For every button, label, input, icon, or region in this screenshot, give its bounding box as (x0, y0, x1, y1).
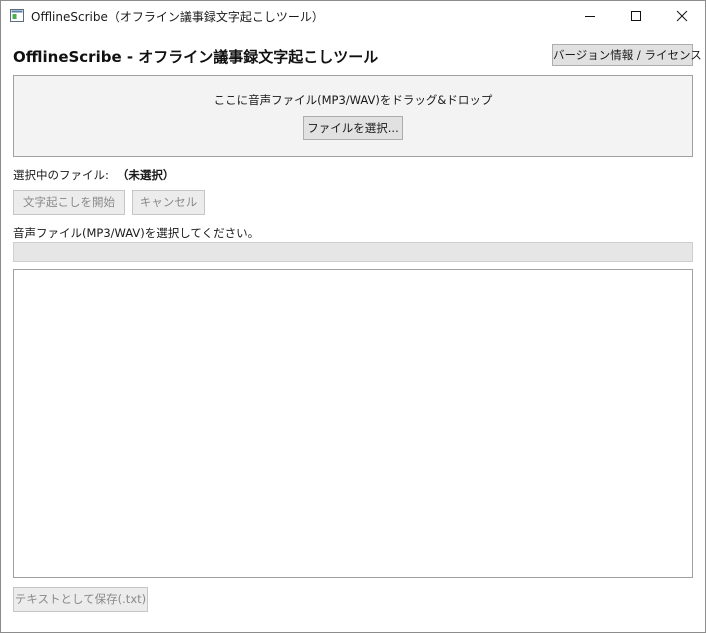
about-license-button[interactable]: バージョン情報 / ライセンス (552, 44, 702, 66)
maximize-button[interactable] (613, 1, 659, 31)
status-message: 音声ファイル(MP3/WAV)を選択してください。 (13, 226, 260, 240)
app-window: OfflineScribe（オフライン議事録文字起こしツール） OfflineS… (0, 0, 706, 633)
close-button[interactable] (659, 1, 705, 31)
progress-bar (13, 242, 693, 262)
cancel-button[interactable]: キャンセル (132, 190, 205, 215)
drop-instruction: ここに音声ファイル(MP3/WAV)をドラッグ&ドロップ (213, 93, 493, 107)
window-title: OfflineScribe（オフライン議事録文字起こしツール） (31, 10, 324, 24)
drop-zone[interactable]: ここに音声ファイル(MP3/WAV)をドラッグ&ドロップ ファイルを選択... (13, 75, 693, 157)
title-bar[interactable]: OfflineScribe（オフライン議事録文字起こしツール） (1, 1, 705, 31)
start-transcription-button[interactable]: 文字起こしを開始 (13, 190, 125, 215)
maximize-icon (631, 11, 641, 21)
selected-file-row: 選択中のファイル: （未選択） (13, 167, 174, 183)
select-file-button[interactable]: ファイルを選択... (303, 116, 403, 140)
selected-file-value: （未選択） (116, 168, 175, 182)
app-icon (10, 9, 24, 22)
app-title: OfflineScribe - オフライン議事録文字起こしツール (13, 48, 379, 66)
save-text-button[interactable]: テキストとして保存(.txt) (13, 587, 148, 612)
close-icon (676, 10, 688, 22)
minimize-button[interactable] (567, 1, 613, 31)
selected-file-label: 選択中のファイル: (13, 168, 109, 182)
minimize-icon (585, 16, 595, 17)
transcript-output[interactable] (13, 269, 693, 578)
